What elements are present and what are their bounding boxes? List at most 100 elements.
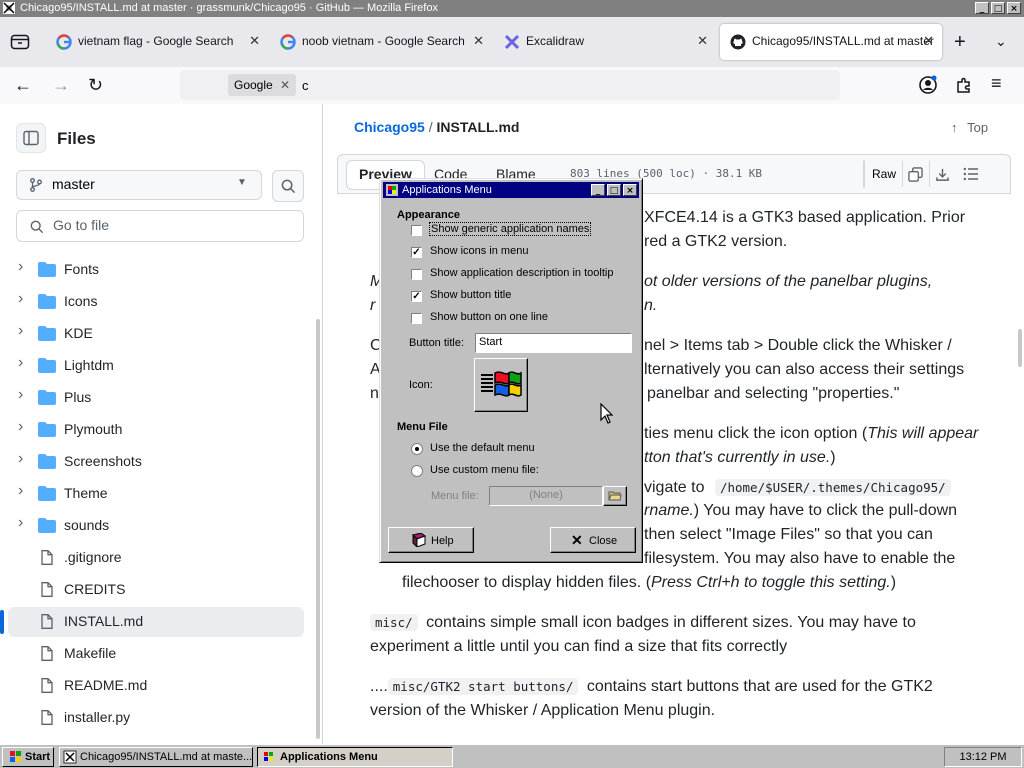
checkbox-one-line-label[interactable]: Show button on one line [430, 311, 548, 323]
tree-file-item[interactable]: installer.py [8, 703, 304, 733]
help-button[interactable]: Help [388, 527, 474, 553]
appearance-group-label: Appearance [397, 209, 460, 221]
tree-folder-item[interactable]: › sounds [8, 511, 304, 541]
chevron-right-icon[interactable]: › [18, 290, 23, 308]
account-icon[interactable] [918, 75, 938, 95]
chevron-right-icon[interactable]: › [18, 514, 23, 532]
taskbar-clock[interactable]: 13:12 PM [944, 747, 1022, 767]
checkbox-generic-names-label[interactable]: Show generic application names [428, 222, 592, 236]
list-all-tabs-chevron-icon[interactable]: ⌄ [995, 33, 1007, 50]
tree-folder-item[interactable]: › Plus [8, 383, 304, 413]
chevron-right-icon[interactable]: › [18, 258, 23, 276]
tab-noob-vietnam[interactable]: noob vietnam - Google Search ✕ [270, 24, 492, 60]
tree-folder-item[interactable]: › Theme [8, 479, 304, 509]
dialog-minimize-button[interactable]: _ [591, 184, 605, 196]
text-line: rname.) You may have to click the pull-d… [644, 499, 957, 523]
close-window-button[interactable]: × [1007, 2, 1021, 14]
checkbox-show-icons[interactable]: ✓ [411, 247, 422, 258]
icon-label: Icon: [409, 379, 433, 391]
checkbox-description-tooltip[interactable] [411, 269, 422, 280]
copy-icon[interactable] [908, 167, 923, 182]
tab-chicago95-install[interactable]: Chicago95/INSTALL.md at master ✕ [720, 24, 942, 60]
tree-folder-item[interactable]: › Lightdm [8, 351, 304, 381]
tab-vietnam-flag[interactable]: vietnam flag - Google Search ✕ [46, 24, 268, 60]
paragraph-line: experiment a little until you can find a… [370, 638, 788, 655]
raw-button[interactable]: Raw [872, 167, 896, 181]
folder-icon [38, 390, 56, 405]
dialog-title-bar[interactable]: Applications Menu _ □ × [383, 182, 639, 198]
download-icon[interactable] [935, 167, 950, 182]
text-span: contains start buttons that are used for… [586, 678, 933, 695]
menu-file-input[interactable]: (None) [489, 486, 603, 506]
checkbox-one-line[interactable] [411, 313, 422, 324]
extensions-puzzle-icon[interactable] [955, 76, 973, 94]
paragraph-line: version of the Whisker / Application Men… [370, 702, 716, 719]
forward-arrow-icon[interactable]: → [52, 75, 70, 96]
menu-hamburger-icon[interactable]: ≡ [991, 73, 1002, 94]
branch-selector[interactable]: master ▼ [16, 170, 262, 200]
collapse-panel-button[interactable] [16, 123, 46, 153]
radio-default-menu-label[interactable]: Use the default menu [430, 442, 535, 454]
new-tab-plus-icon[interactable]: + [954, 31, 966, 54]
minimize-button[interactable]: _ [975, 2, 989, 14]
checkbox-description-tooltip-label[interactable]: Show application description in tooltip [430, 267, 613, 279]
close-tab-icon[interactable]: ✕ [697, 33, 708, 49]
chevron-right-icon[interactable]: › [18, 386, 23, 404]
radio-custom-menu-label[interactable]: Use custom menu file: [430, 464, 539, 476]
icon-picker-button[interactable] [474, 358, 528, 412]
chevron-right-icon[interactable]: › [18, 354, 23, 372]
checkbox-button-title-label[interactable]: Show button title [430, 289, 511, 301]
top-link[interactable]: ↑ Top [951, 120, 988, 135]
content-scrollbar[interactable] [1018, 329, 1022, 367]
checkbox-button-title[interactable]: ✓ [411, 291, 422, 302]
window-title-bar[interactable]: Chicago95/INSTALL.md at master · grassmu… [0, 0, 1024, 17]
close-tab-icon[interactable]: ✕ [923, 33, 934, 49]
chevron-right-icon[interactable]: › [18, 482, 23, 500]
outline-list-icon[interactable] [963, 167, 979, 181]
tree-file-item[interactable]: .gitignore [8, 543, 304, 573]
taskbar-item-firefox[interactable]: Chicago95/INSTALL.md at maste... [59, 747, 253, 767]
radio-custom-menu[interactable] [411, 465, 423, 477]
folder-icon [38, 518, 56, 533]
search-files-button[interactable] [272, 170, 304, 202]
close-tab-icon[interactable]: ✕ [473, 33, 484, 49]
chevron-right-icon[interactable]: › [18, 450, 23, 468]
address-bar[interactable]: Google ✕ c [180, 70, 840, 100]
checkbox-generic-names[interactable] [411, 225, 422, 236]
close-button[interactable]: ✕ Close [550, 527, 636, 553]
dialog-maximize-button[interactable]: □ [607, 184, 621, 196]
sidebar-scrollbar[interactable] [316, 319, 320, 739]
firefox-view-icon[interactable] [10, 33, 30, 51]
tree-folder-item[interactable]: › Plymouth [8, 415, 304, 445]
go-to-file-input[interactable]: Go to file [16, 210, 304, 242]
tree-folder-item[interactable]: › KDE [8, 319, 304, 349]
taskbar-item-applications-menu[interactable]: Applications Menu [257, 747, 453, 767]
start-button[interactable]: Start [2, 747, 54, 767]
reload-icon[interactable]: ↻ [88, 75, 103, 96]
back-arrow-icon[interactable]: ← [14, 75, 32, 96]
tree-file-item[interactable]: INSTALL.md [8, 607, 304, 637]
tab-excalidraw[interactable]: Excalidraw ✕ [494, 24, 716, 60]
tree-file-item[interactable]: README.md [8, 671, 304, 701]
tree-folder-item[interactable]: › Screenshots [8, 447, 304, 477]
chevron-right-icon[interactable]: › [18, 418, 23, 436]
radio-default-menu[interactable] [411, 443, 423, 455]
address-input-text[interactable]: c [302, 78, 309, 93]
search-engine-chip[interactable]: Google ✕ [228, 74, 297, 96]
remove-engine-icon[interactable]: ✕ [280, 78, 290, 92]
github-icon [730, 34, 746, 50]
close-tab-icon[interactable]: ✕ [249, 33, 260, 49]
chevron-right-icon[interactable]: › [18, 322, 23, 340]
dialog-close-x-button[interactable]: × [623, 184, 637, 196]
button-title-input[interactable]: Start [475, 333, 632, 353]
breadcrumb-repo-link[interactable]: Chicago95 [354, 119, 425, 135]
tree-folder-item[interactable]: › Fonts [8, 255, 304, 285]
text-span: contains simple small icon badges in dif… [426, 614, 916, 631]
file-icon [41, 614, 53, 629]
browse-folder-button[interactable] [603, 486, 627, 506]
tree-file-item[interactable]: CREDITS [8, 575, 304, 605]
tree-folder-item[interactable]: › Icons [8, 287, 304, 317]
maximize-button[interactable]: □ [991, 2, 1005, 14]
tree-file-item[interactable]: Makefile [8, 639, 304, 669]
checkbox-show-icons-label[interactable]: Show icons in menu [430, 245, 528, 257]
